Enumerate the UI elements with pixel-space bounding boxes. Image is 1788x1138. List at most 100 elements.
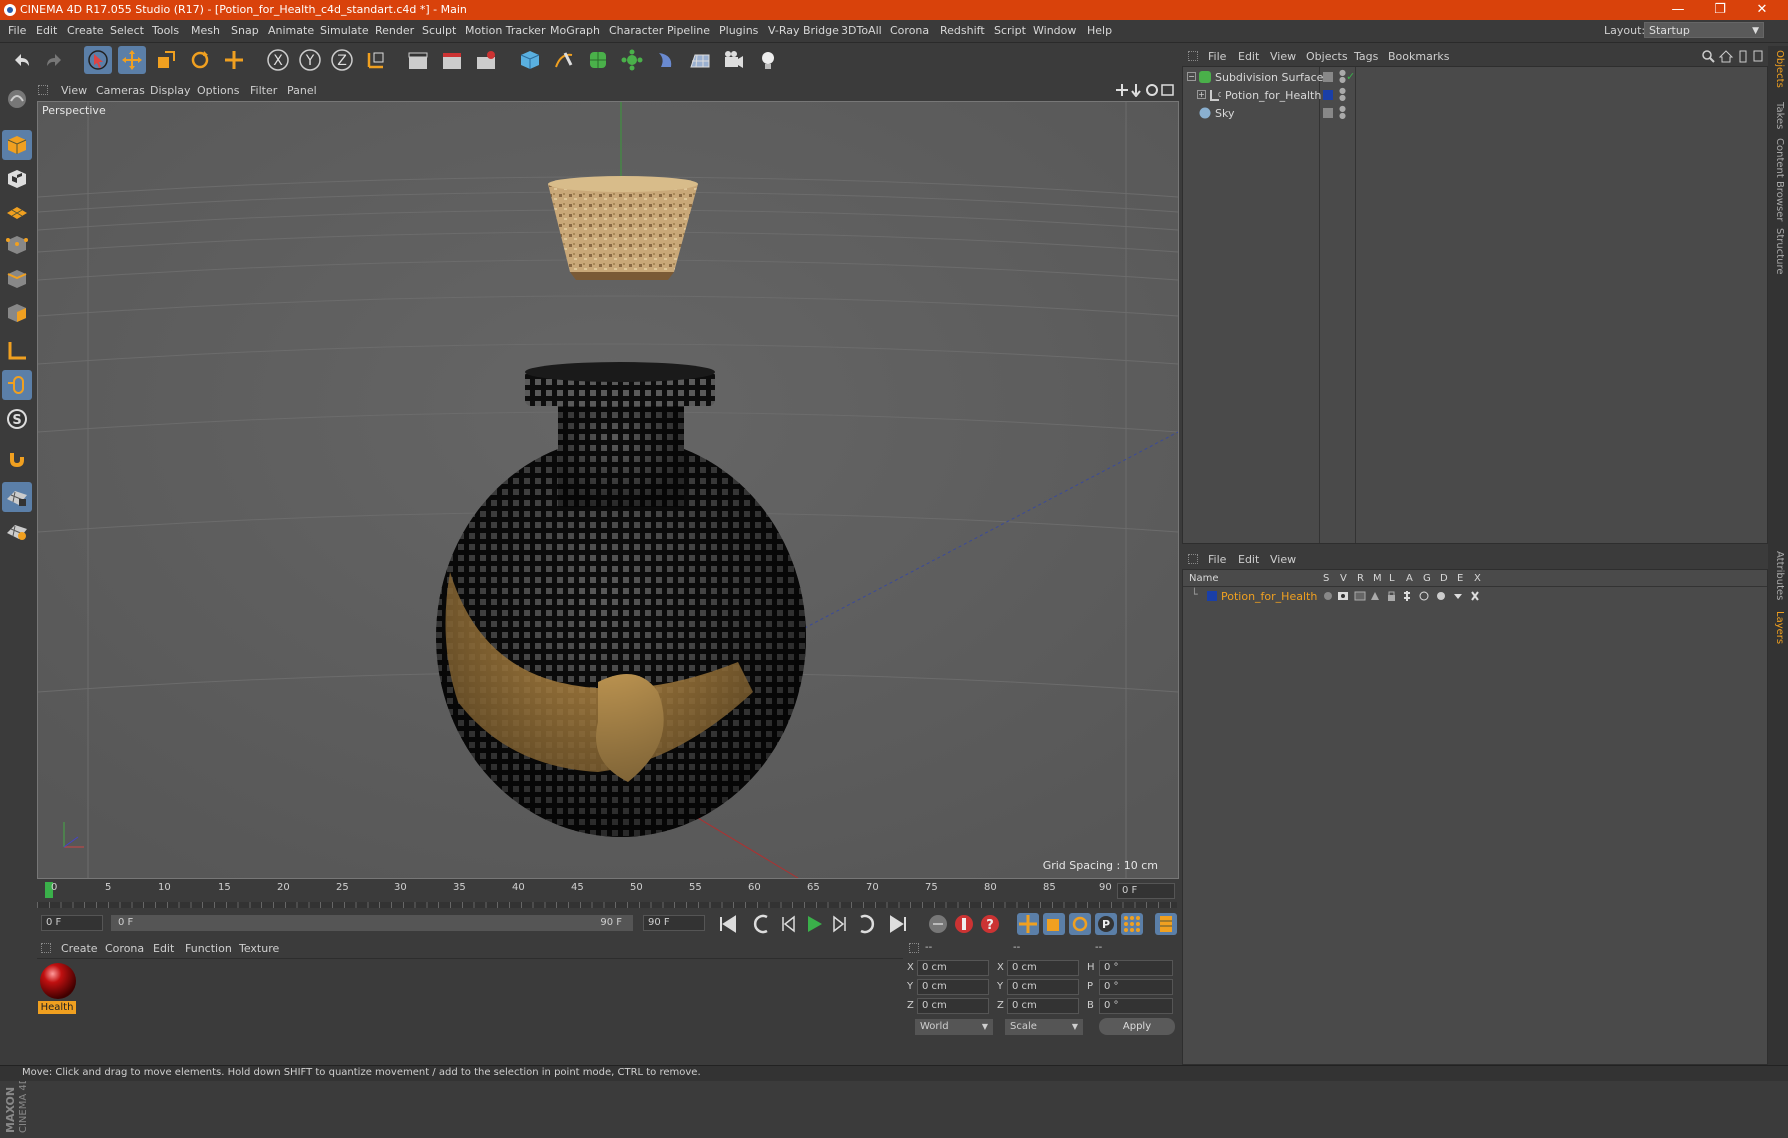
light-button[interactable] [754, 46, 782, 74]
model-mode-button[interactable] [2, 130, 32, 160]
object-row-subdivision-surface[interactable]: − Subdivision Surface ● ● ✓ [1183, 69, 1763, 87]
play-forward-button[interactable] [803, 913, 825, 935]
material-menu-edit[interactable]: Edit [153, 942, 174, 955]
material-menu-create[interactable]: Create [61, 942, 98, 955]
start-frame-field[interactable]: 0 F [41, 915, 103, 931]
menu-simulate[interactable]: Simulate [320, 24, 369, 37]
layer-icon[interactable] [1323, 108, 1333, 118]
object-menu-file[interactable]: File [1208, 50, 1226, 63]
layer-menu-view[interactable]: View [1270, 553, 1296, 566]
rotate-button[interactable] [186, 46, 214, 74]
key-parameter-button[interactable]: P [1095, 913, 1117, 935]
minimize-button[interactable]: — [1658, 1, 1698, 19]
menu-motion-tracker[interactable]: Motion Tracker [465, 24, 545, 37]
cube-button[interactable] [516, 46, 544, 74]
side-tab-takes[interactable]: Takes [1771, 102, 1785, 129]
object-menu-view[interactable]: View [1270, 50, 1296, 63]
object-menu-bookmarks[interactable]: Bookmarks [1388, 50, 1449, 63]
layer-menu-edit[interactable]: Edit [1238, 553, 1259, 566]
viewport-menu-panel[interactable]: Panel [287, 84, 317, 97]
visibility-dots-icon[interactable]: ● ● [1339, 69, 1346, 84]
menu-vray-bridge[interactable]: V-Ray Bridge [768, 24, 839, 37]
menu-window[interactable]: Window [1033, 24, 1076, 37]
subdivision-surface-button[interactable] [584, 46, 612, 74]
menu-create[interactable]: Create [67, 24, 104, 37]
key-rotation-button[interactable] [1069, 913, 1091, 935]
size-x-field[interactable]: 0 cm [1007, 960, 1079, 976]
make-editable-button[interactable] [2, 84, 32, 114]
deformer-button[interactable] [652, 46, 680, 74]
redo-button[interactable] [40, 46, 68, 74]
menu-corona[interactable]: Corona [890, 24, 929, 37]
layout-select[interactable]: Startup ▼ [1644, 22, 1764, 38]
edit-render-settings-button[interactable] [472, 46, 500, 74]
collapse-toggle-icon[interactable]: − [1187, 72, 1196, 81]
go-to-next-frame-button[interactable] [829, 913, 851, 935]
workplane-mode-button[interactable] [2, 196, 32, 226]
end-frame-field[interactable]: 90 F [643, 915, 705, 931]
camera-button[interactable] [720, 46, 748, 74]
material-menu-corona[interactable]: Corona [105, 942, 144, 955]
menu-edit[interactable]: Edit [36, 24, 57, 37]
menu-sculpt[interactable]: Sculpt [422, 24, 456, 37]
side-tab-content-browser[interactable]: Content Browser [1771, 138, 1785, 221]
enable-snap-button[interactable] [2, 482, 32, 512]
layer-col-generators[interactable]: G [1423, 573, 1431, 584]
rotation-h-field[interactable]: 0 ° [1099, 960, 1173, 976]
menu-help[interactable]: Help [1087, 24, 1112, 37]
menu-tools[interactable]: Tools [152, 24, 179, 37]
menu-animate[interactable]: Animate [268, 24, 314, 37]
layer-col-manager[interactable]: M [1373, 573, 1382, 584]
rotation-p-field[interactable]: 0 ° [1099, 979, 1173, 995]
render-view-button[interactable] [404, 46, 432, 74]
snap-settings-button[interactable] [2, 516, 32, 546]
go-to-start-button[interactable] [717, 913, 739, 935]
apply-button[interactable]: Apply [1099, 1018, 1175, 1035]
polygons-mode-button[interactable] [2, 298, 32, 328]
axis-mode-button[interactable] [2, 336, 32, 366]
side-tab-layers[interactable]: Layers [1771, 611, 1785, 644]
menu-mesh[interactable]: Mesh [191, 24, 220, 37]
layer-color-icon[interactable] [1207, 591, 1217, 601]
current-frame-field[interactable]: 0 F [1117, 883, 1175, 899]
go-to-previous-frame-button[interactable] [777, 913, 799, 935]
magnet-button[interactable] [2, 444, 32, 474]
menu-select[interactable]: Select [110, 24, 144, 37]
position-y-field[interactable]: 0 cm [917, 979, 989, 995]
material-menu-function[interactable]: Function [185, 942, 232, 955]
y-axis-button[interactable]: Y [296, 46, 324, 74]
maximize-button[interactable]: ❐ [1700, 1, 1740, 19]
array-button[interactable] [618, 46, 646, 74]
edges-mode-button[interactable] [2, 264, 32, 294]
go-to-end-button[interactable] [887, 913, 909, 935]
menu-pipeline[interactable]: Pipeline [667, 24, 710, 37]
layer-col-animation[interactable]: A [1406, 573, 1413, 584]
menu-snap[interactable]: Snap [231, 24, 259, 37]
menu-render[interactable]: Render [375, 24, 414, 37]
solo-button[interactable]: S [2, 404, 32, 434]
object-manager-tools[interactable] [1702, 49, 1764, 63]
timeline-ruler[interactable]: 0 5 10 15 20 25 30 35 40 45 50 55 60 65 … [37, 880, 1177, 902]
material-swatch[interactable]: Health [37, 961, 79, 1015]
object-row-sky[interactable]: Sky ● ● [1183, 105, 1763, 123]
render-to-picture-viewer-button[interactable] [438, 46, 466, 74]
material-menu-texture[interactable]: Texture [239, 942, 279, 955]
side-tab-structure[interactable]: Structure [1771, 228, 1785, 275]
tweak-mode-button[interactable] [2, 370, 32, 400]
go-to-next-key-button[interactable] [855, 913, 877, 935]
side-tab-attributes[interactable]: Attributes [1771, 551, 1785, 600]
layer-col-visible[interactable]: V [1340, 573, 1347, 584]
layer-row[interactable]: └ Potion_for_Health [1183, 588, 1767, 605]
frame-range-slider[interactable]: 0 F 90 F [111, 915, 633, 931]
layer-col-render[interactable]: R [1357, 573, 1364, 584]
rotation-b-field[interactable]: 0 ° [1099, 998, 1173, 1014]
auto-keying-button[interactable] [953, 913, 975, 935]
layer-col-deformers[interactable]: D [1440, 573, 1448, 584]
key-position-button[interactable] [1017, 913, 1039, 935]
menu-script[interactable]: Script [994, 24, 1026, 37]
object-menu-edit[interactable]: Edit [1238, 50, 1259, 63]
side-tab-objects[interactable]: Objects [1771, 50, 1785, 88]
perspective-viewport[interactable]: Perspective Grid Spacing : 10 cm [37, 101, 1179, 879]
viewport-menu-cameras[interactable]: Cameras [96, 84, 145, 97]
menu-character[interactable]: Character [609, 24, 663, 37]
